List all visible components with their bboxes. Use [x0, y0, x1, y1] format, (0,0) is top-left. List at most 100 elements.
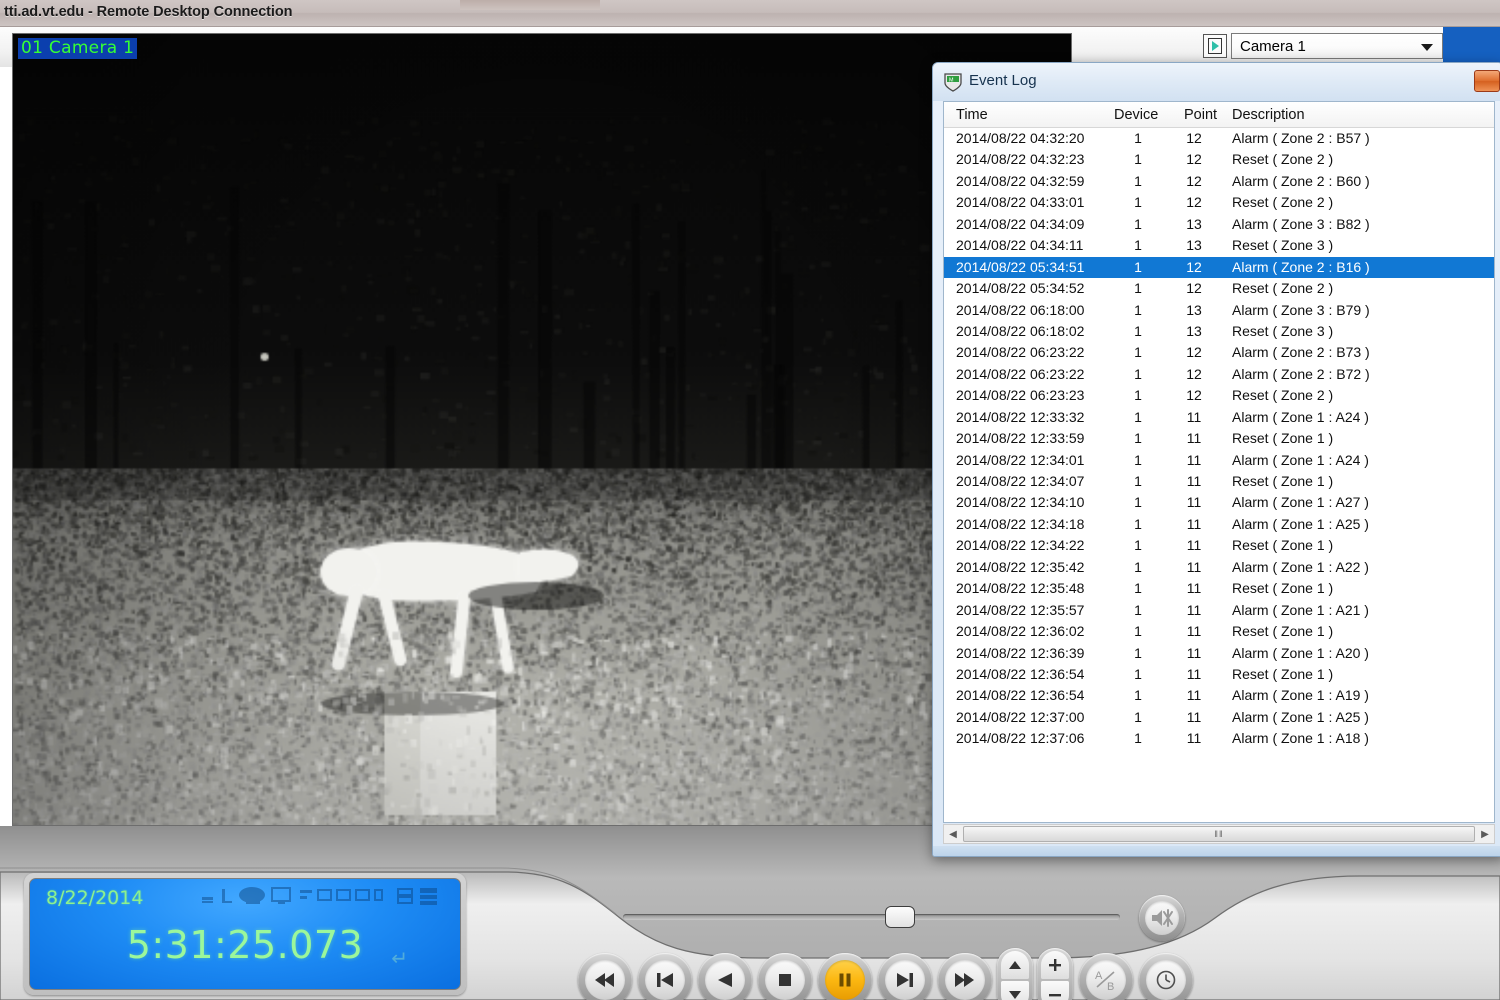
event-cell-point: 13: [1174, 302, 1214, 318]
table-row[interactable]: 2014/08/22 12:35:48 1 11 Reset ( Zone 1 ): [944, 578, 1494, 599]
table-row[interactable]: 2014/08/22 04:34:09 1 13 Alarm ( Zone 3 : B…: [944, 214, 1494, 235]
seek-track[interactable]: [623, 914, 1120, 920]
next-frame-button[interactable]: [878, 953, 932, 1000]
table-row[interactable]: 2014/08/22 12:34:10 1 11 Alarm ( Zone 1 : A…: [944, 492, 1494, 513]
scroll-left-icon[interactable]: ◀: [944, 825, 962, 843]
pause-icon: [836, 971, 854, 989]
clock-button[interactable]: [1139, 953, 1193, 1000]
event-cell-time: 2014/08/22 04:34:11: [956, 237, 1083, 253]
scrollbar-thumb[interactable]: ‖‖: [963, 826, 1475, 842]
event-cell-time: 2014/08/22 12:33:32: [956, 409, 1084, 425]
seek-slider[interactable]: [623, 906, 1120, 928]
event-cell-device: 1: [1114, 130, 1162, 146]
event-cell-description: Alarm ( Zone 1 : A18 ): [1232, 730, 1369, 746]
chevron-down-icon: [1421, 44, 1433, 51]
table-row[interactable]: 2014/08/22 12:37:00 1 11 Alarm ( Zone 1 : A…: [944, 707, 1494, 728]
event-cell-description: Alarm ( Zone 2 : B73 ): [1232, 344, 1370, 360]
table-row[interactable]: 2014/08/22 04:33:01 1 12 Reset ( Zone 2 ): [944, 192, 1494, 213]
event-cell-description: Alarm ( Zone 1 : A21 ): [1232, 602, 1369, 618]
event-log-table[interactable]: Time Device Point Description 2014/08/22…: [943, 101, 1495, 823]
column-header-description[interactable]: Description: [1232, 107, 1305, 123]
table-row[interactable]: 2014/08/22 12:34:18 1 11 Alarm ( Zone 1 : A…: [944, 514, 1494, 535]
column-header-time[interactable]: Time: [956, 107, 988, 123]
table-row[interactable]: 2014/08/22 04:32:59 1 12 Alarm ( Zone 2 : B…: [944, 171, 1494, 192]
column-header-point[interactable]: Point: [1184, 107, 1217, 123]
event-cell-point: 11: [1174, 623, 1214, 639]
event-cell-time: 2014/08/22 06:23:22: [956, 366, 1084, 382]
table-row[interactable]: 2014/08/22 04:32:23 1 12 Reset ( Zone 2 ): [944, 149, 1494, 170]
table-row[interactable]: 2014/08/22 06:18:00 1 13 Alarm ( Zone 3 : B…: [944, 300, 1494, 321]
table-row[interactable]: 2014/08/22 05:34:51 1 12 Alarm ( Zone 2 : B…: [944, 257, 1494, 278]
column-header-device[interactable]: Device: [1114, 107, 1158, 123]
seek-thumb[interactable]: [885, 906, 915, 928]
speaker-mute-icon: [1150, 907, 1174, 929]
table-row[interactable]: 2014/08/22 12:34:22 1 11 Reset ( Zone 1 ): [944, 535, 1494, 556]
skip-back-icon: [654, 971, 676, 989]
event-cell-point: 11: [1174, 494, 1214, 510]
event-cell-time: 2014/08/22 04:32:23: [956, 151, 1084, 167]
event-cell-point: 12: [1174, 194, 1214, 210]
rewind-to-start-button[interactable]: [578, 953, 632, 1000]
table-row[interactable]: 2014/08/22 12:33:32 1 11 Alarm ( Zone 1 : A…: [944, 407, 1494, 428]
table-row[interactable]: 2014/08/22 12:36:54 1 11 Reset ( Zone 1 ): [944, 664, 1494, 685]
play-triangle-icon[interactable]: [1203, 34, 1227, 58]
table-row[interactable]: 2014/08/22 12:36:54 1 11 Alarm ( Zone 1 : A…: [944, 685, 1494, 706]
event-cell-device: 1: [1114, 709, 1162, 725]
play-reverse-button[interactable]: [698, 953, 752, 1000]
pause-button[interactable]: [818, 953, 872, 1000]
event-cell-time: 2014/08/22 12:35:42: [956, 559, 1084, 575]
table-row[interactable]: 2014/08/22 06:23:22 1 12 Alarm ( Zone 2 : B…: [944, 364, 1494, 385]
zoom-plusminus-button[interactable]: [1037, 948, 1073, 1000]
event-cell-device: 1: [1114, 409, 1162, 425]
video-pane[interactable]: 01 Camera 1: [12, 33, 1072, 826]
event-cell-description: Alarm ( Zone 2 : B57 ): [1232, 130, 1370, 146]
table-row[interactable]: 2014/08/22 06:18:02 1 13 Reset ( Zone 3 ): [944, 321, 1494, 342]
event-cell-device: 1: [1114, 302, 1162, 318]
event-cell-description: Reset ( Zone 1 ): [1232, 430, 1333, 446]
timestamp-panel: 8/22/2014 5:31:25.073 ↵: [24, 873, 466, 995]
table-row[interactable]: 2014/08/22 12:33:59 1 11 Reset ( Zone 1 ): [944, 428, 1494, 449]
stop-button[interactable]: [758, 953, 812, 1000]
event-cell-device: 1: [1114, 645, 1162, 661]
previous-section-button[interactable]: [638, 953, 692, 1000]
event-cell-device: 1: [1114, 602, 1162, 618]
event-cell-point: 13: [1174, 237, 1214, 253]
event-cell-description: Alarm ( Zone 1 : A24 ): [1232, 409, 1369, 425]
event-log-horizontal-scrollbar[interactable]: ◀ ‖‖ ▶: [943, 824, 1495, 844]
event-cell-device: 1: [1114, 473, 1162, 489]
event-cell-point: 11: [1174, 580, 1214, 596]
audio-mute-button[interactable]: [1139, 895, 1185, 941]
event-cell-point: 11: [1174, 709, 1214, 725]
table-row[interactable]: 2014/08/22 06:23:22 1 12 Alarm ( Zone 2 : B…: [944, 342, 1494, 363]
table-row[interactable]: 2014/08/22 05:34:52 1 12 Reset ( Zone 2 ): [944, 278, 1494, 299]
event-cell-description: Reset ( Zone 1 ): [1232, 666, 1333, 682]
table-row[interactable]: 2014/08/22 12:35:42 1 11 Alarm ( Zone 1 : A…: [944, 557, 1494, 578]
event-cell-time: 2014/08/22 12:35:48: [956, 580, 1084, 596]
event-cell-point: 11: [1174, 730, 1214, 746]
event-cell-device: 1: [1114, 452, 1162, 468]
event-cell-time: 2014/08/22 12:34:07: [956, 473, 1084, 489]
event-cell-time: 2014/08/22 12:36:02: [956, 623, 1084, 639]
table-row[interactable]: 2014/08/22 12:37:06 1 11 Alarm ( Zone 1 : A…: [944, 728, 1494, 749]
scroll-right-icon[interactable]: ▶: [1476, 825, 1494, 843]
event-cell-description: Reset ( Zone 3 ): [1232, 237, 1333, 253]
fast-forward-button[interactable]: [938, 953, 992, 1000]
table-row[interactable]: 2014/08/22 06:23:23 1 12 Reset ( Zone 2 ): [944, 385, 1494, 406]
table-row[interactable]: 2014/08/22 04:32:20 1 12 Alarm ( Zone 2 : B…: [944, 128, 1494, 149]
ab-repeat-button[interactable]: A B: [1079, 953, 1133, 1000]
table-row[interactable]: 2014/08/22 04:34:11 1 13 Reset ( Zone 3 ): [944, 235, 1494, 256]
event-cell-time: 2014/08/22 12:34:01: [956, 452, 1084, 468]
event-cell-point: 11: [1174, 687, 1214, 703]
table-row[interactable]: 2014/08/22 12:36:39 1 11 Alarm ( Zone 1 : A…: [944, 643, 1494, 664]
event-log-title-bar[interactable]: M Event Log: [933, 63, 1500, 101]
event-cell-time: 2014/08/22 12:37:06: [956, 730, 1084, 746]
table-row[interactable]: 2014/08/22 12:36:02 1 11 Reset ( Zone 1 ): [944, 621, 1494, 642]
table-row[interactable]: 2014/08/22 12:35:57 1 11 Alarm ( Zone 1 : A…: [944, 600, 1494, 621]
event-cell-device: 1: [1114, 537, 1162, 553]
rdp-title-bar: tti.ad.vt.edu - Remote Desktop Connectio…: [0, 0, 1500, 27]
table-row[interactable]: 2014/08/22 12:34:07 1 11 Reset ( Zone 1 ): [944, 471, 1494, 492]
camera-select[interactable]: Camera 1: [1231, 33, 1443, 59]
step-updown-button[interactable]: [997, 948, 1033, 1000]
close-icon[interactable]: [1474, 70, 1500, 92]
table-row[interactable]: 2014/08/22 12:34:01 1 11 Alarm ( Zone 1 : A…: [944, 450, 1494, 471]
